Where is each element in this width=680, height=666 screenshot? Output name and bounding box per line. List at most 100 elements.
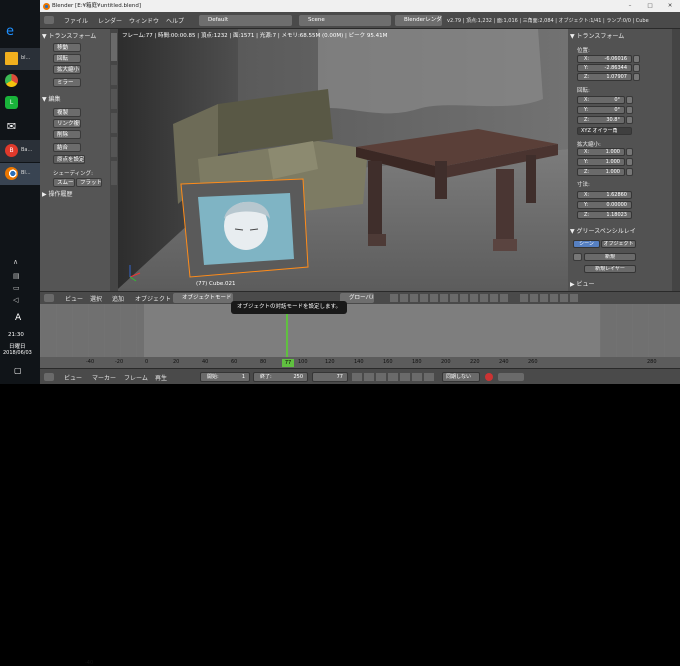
pencil-icon[interactable] — [573, 253, 582, 261]
history-panel-header[interactable]: ▶ 操作履歴 — [42, 189, 73, 198]
location-y-field[interactable]: Y: -2.86344 — [577, 64, 632, 72]
tab-create[interactable] — [111, 65, 117, 85]
end-frame-field[interactable]: 終了: 250 — [253, 372, 308, 382]
editor-type-icon[interactable] — [44, 294, 54, 302]
notification-icon[interactable]: ▢ — [14, 366, 22, 375]
record-icon[interactable] — [485, 373, 493, 381]
tab-animation[interactable] — [111, 113, 117, 133]
battery-icon[interactable]: ▭ — [13, 284, 20, 292]
grease-pencil-panel-header[interactable]: ▼ グリースペンシルレイ — [570, 226, 636, 235]
shade-flat-button[interactable]: フラット — [76, 178, 102, 187]
taskbar-line[interactable]: L — [0, 92, 40, 114]
tab-tools[interactable] — [111, 33, 117, 61]
menu-view[interactable]: ビュー — [65, 294, 83, 303]
sync-mode-select[interactable]: 同期しない — [442, 372, 480, 382]
shade-smooth-button[interactable]: スムー — [53, 178, 75, 187]
menu-playback[interactable]: 再生 — [155, 373, 167, 382]
rotation-mode-select[interactable]: XYZ オイラー角 — [577, 127, 632, 135]
menu-select[interactable]: 選択 — [90, 294, 102, 303]
lock-icon[interactable] — [633, 55, 640, 63]
scene-select[interactable]: Scene — [299, 15, 391, 26]
interaction-mode-select[interactable]: オブジェクトモード — [173, 293, 233, 303]
scale-y-field[interactable]: Y: 1.000 — [577, 158, 625, 166]
transform-panel-header[interactable]: ▼ トランスフォーム — [570, 31, 624, 40]
scale-button[interactable]: 拡大縮小 — [53, 65, 81, 74]
menu-file[interactable]: ファイル — [64, 16, 88, 25]
location-z-field[interactable]: Z: 1.07907 — [577, 73, 632, 81]
delete-button[interactable]: 削除 — [53, 130, 81, 139]
tab-grease-pencil[interactable] — [111, 161, 117, 185]
ime-indicator[interactable]: A — [15, 313, 21, 323]
tab-physics[interactable] — [111, 137, 117, 157]
rotation-x-field[interactable]: X: 0° — [577, 96, 625, 104]
editor-type-icon[interactable] — [44, 373, 54, 381]
rotation-z-field[interactable]: Z: 30.8° — [577, 116, 625, 124]
dimensions-z-field[interactable]: Z: 1.18023 — [577, 211, 632, 219]
tick-label: 240 — [499, 359, 509, 365]
start-frame-field[interactable]: 開始: 1 — [200, 372, 250, 382]
grease-new-button[interactable]: 新規 — [584, 253, 636, 261]
translate-button[interactable]: 移動 — [53, 43, 81, 52]
taskbar-chrome[interactable] — [0, 70, 40, 92]
lock-icon[interactable] — [626, 168, 633, 176]
transform-panel-header[interactable]: ▼ トランスフォーム — [42, 31, 96, 40]
blender-window: Blender [E:¥箱庭¥untitled.blend] – □ ✕ ファイ… — [40, 0, 680, 666]
duplicate-linked-button[interactable]: リンク複製 — [53, 119, 81, 128]
menu-render[interactable]: レンダー — [98, 16, 122, 25]
taskbar-app-ba[interactable]: B Ba... — [0, 140, 40, 162]
tab-relations[interactable] — [111, 89, 117, 109]
layer-buttons[interactable] — [390, 294, 510, 302]
lock-icon[interactable] — [626, 96, 633, 104]
lock-icon[interactable] — [633, 64, 640, 72]
location-x-field[interactable]: X: -6.06016 — [577, 55, 632, 63]
lock-icon[interactable] — [626, 158, 633, 166]
playback-controls[interactable] — [352, 373, 436, 381]
volume-icon[interactable]: ◁ — [13, 296, 18, 304]
taskbar-mail[interactable]: ✉ — [0, 116, 40, 138]
new-layer-button[interactable]: 新規レイヤー — [584, 265, 636, 273]
menu-frame[interactable]: フレーム — [124, 373, 148, 382]
editor-type-icon[interactable] — [44, 16, 54, 24]
grease-scene-button[interactable]: シーン — [573, 240, 600, 248]
edit-panel-header[interactable]: ▼ 編集 — [42, 94, 61, 103]
keying-buttons[interactable] — [498, 373, 524, 381]
menu-marker[interactable]: マーカー — [92, 373, 116, 382]
menu-object[interactable]: オブジェクト — [135, 294, 171, 303]
render-engine-select[interactable]: Blenderレンダー — [395, 15, 442, 26]
scale-x-field[interactable]: X: 1.000 — [577, 148, 625, 156]
3d-viewport[interactable]: フレーム:77 | 時間:00:00.85 | 頂点:1232 | 面:1571… — [118, 29, 568, 291]
lock-icon[interactable] — [633, 73, 640, 81]
close-button[interactable]: ✕ — [660, 0, 680, 12]
snap-buttons[interactable] — [520, 294, 580, 302]
network-icon[interactable]: ▤ — [13, 272, 20, 280]
menu-view[interactable]: ビュー — [64, 373, 82, 382]
taskbar-blender[interactable]: Bl... — [0, 163, 40, 185]
lock-icon[interactable] — [626, 116, 633, 124]
maximize-button[interactable]: □ — [640, 0, 660, 12]
layout-select[interactable]: Default — [199, 15, 292, 26]
clock-time[interactable]: 21:30 — [8, 332, 24, 338]
lock-icon[interactable] — [626, 106, 633, 114]
lock-icon[interactable] — [626, 148, 633, 156]
duplicate-button[interactable]: 複製 — [53, 108, 81, 117]
grease-object-button[interactable]: オブジェクト — [601, 240, 636, 248]
scale-z-field[interactable]: Z: 1.000 — [577, 168, 625, 176]
rotation-y-field[interactable]: Y: 0° — [577, 106, 625, 114]
current-frame-field[interactable]: 77 — [312, 372, 348, 382]
rotate-button[interactable]: 回転 — [53, 54, 81, 63]
dimensions-y-field[interactable]: Y: 0.00000 — [577, 201, 632, 209]
taskbar-blender-folder[interactable]: bl... — [0, 48, 40, 70]
view-panel-header[interactable]: ▶ ビュー — [570, 279, 595, 288]
mirror-button[interactable]: ミラー — [53, 78, 81, 87]
join-button[interactable]: 結合 — [53, 143, 81, 152]
set-origin-dropdown[interactable]: 原点を設定 — [53, 155, 85, 164]
menu-add[interactable]: 追加 — [112, 294, 124, 303]
properties-scrollbar[interactable] — [672, 29, 680, 291]
menu-help[interactable]: ヘルプ — [166, 16, 184, 25]
menu-window[interactable]: ウィンドウ — [129, 16, 159, 25]
minimize-button[interactable]: – — [620, 0, 640, 12]
chevron-up-icon[interactable]: ∧ — [13, 258, 18, 266]
dimensions-x-field[interactable]: X: 1.62860 — [577, 191, 632, 199]
taskbar-edge[interactable]: e — [0, 22, 40, 44]
line-icon: L — [5, 96, 18, 109]
